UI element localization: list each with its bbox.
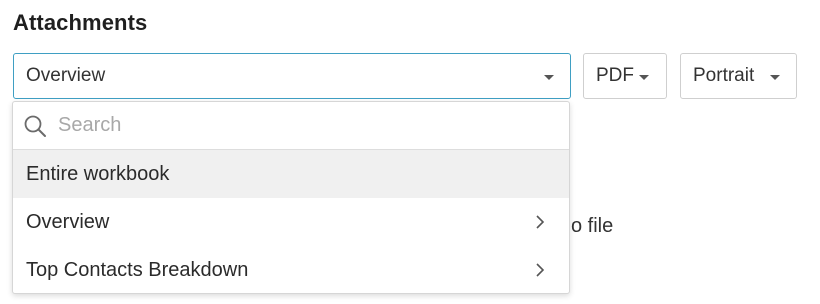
dropdown-search-input[interactable]	[58, 110, 528, 141]
dropdown-search-row	[13, 102, 569, 150]
dropdown-option-entire-workbook[interactable]: Entire workbook	[13, 150, 569, 198]
search-icon	[23, 114, 47, 138]
sheet-select-value: Overview	[26, 65, 106, 86]
sheet-select[interactable]: Overview	[13, 53, 571, 99]
caret-down-icon	[639, 75, 649, 80]
sheet-dropdown-menu: Entire workbook Overview Top Contacts Br…	[12, 101, 570, 294]
caret-down-icon	[544, 75, 554, 80]
attachments-panel: Attachments Overview PDF Portrait o file…	[0, 0, 820, 304]
option-label: Entire workbook	[26, 162, 170, 185]
obscured-background-text: o file	[571, 215, 614, 237]
caret-down-icon	[770, 75, 780, 80]
chevron-right-icon	[533, 213, 547, 229]
chevron-right-icon	[533, 261, 547, 277]
dropdown-option-top-contacts-breakdown[interactable]: Top Contacts Breakdown	[13, 246, 569, 293]
section-title: Attachments	[13, 10, 148, 35]
dropdown-option-overview[interactable]: Overview	[13, 198, 569, 246]
format-select-value: PDF	[596, 65, 634, 86]
orientation-select-value: Portrait	[693, 65, 755, 86]
option-label: Top Contacts Breakdown	[26, 258, 249, 281]
option-label: Overview	[26, 210, 110, 233]
orientation-select[interactable]: Portrait	[680, 53, 797, 99]
format-select[interactable]: PDF	[583, 53, 667, 99]
